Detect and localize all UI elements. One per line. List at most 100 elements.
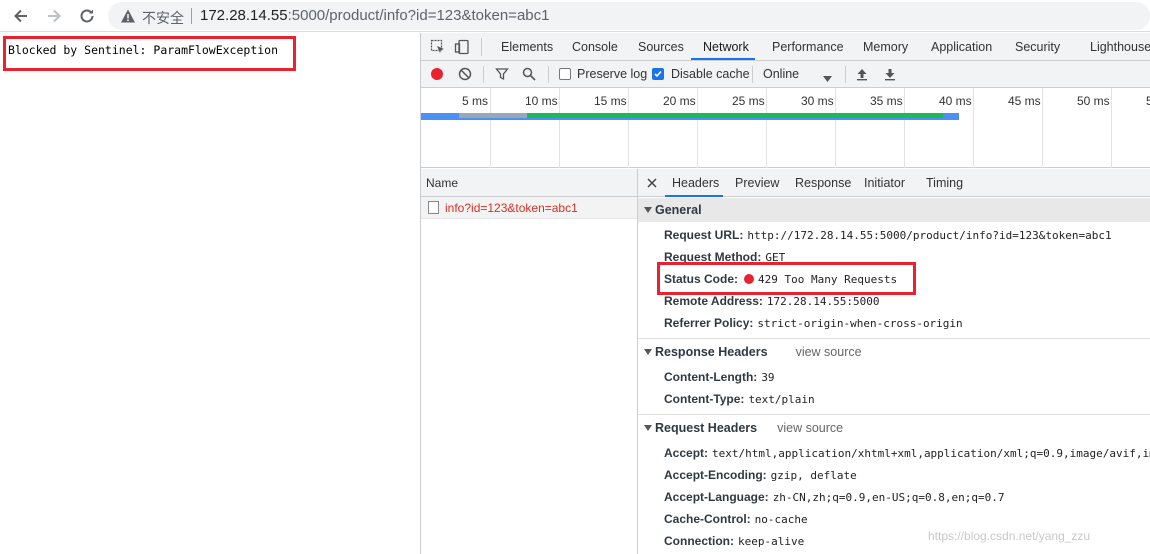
request-header-value: no-cache	[754, 513, 808, 526]
search-icon[interactable]	[522, 67, 536, 84]
address-bar[interactable]: 不安全 172.28.14.55:5000/product/info?id=12…	[108, 2, 1150, 30]
tab-elements[interactable]: Elements	[501, 40, 553, 54]
request-header-key: Connection:	[664, 534, 734, 548]
page-viewport: Blocked by Sentinel: ParamFlowException	[0, 33, 420, 554]
tab-lighthouse[interactable]: Lighthouse	[1090, 40, 1150, 54]
request-url-value: http://172.28.14.55:5000/product/info?id…	[747, 229, 1112, 242]
request-headers-title: Request Headers	[655, 421, 758, 435]
status-highlight-box	[657, 262, 916, 295]
record-icon[interactable]	[430, 67, 444, 84]
tab-initiator[interactable]: Initiator	[864, 176, 905, 190]
remote-address-row: Remote Address: 172.28.14.55:5000	[664, 294, 880, 308]
tab-performance[interactable]: Performance	[772, 40, 844, 54]
tab-timing[interactable]: Timing	[926, 176, 963, 190]
view-source-link[interactable]: view source	[777, 421, 843, 435]
request-header-key: Cache-Control:	[664, 512, 751, 526]
url-path: :5000/product/info?id=123&token=abc1	[287, 7, 550, 24]
general-section-header[interactable]: General	[638, 198, 1150, 222]
network-timeline[interactable]: 5 ms 10 ms 15 ms 20 ms 25 ms 30 ms 35 ms…	[421, 88, 1150, 168]
active-tab-indicator	[691, 58, 755, 60]
column-header-name[interactable]: Name	[421, 169, 637, 197]
devtools-tab-bar: Elements Console Sources Network Perform…	[421, 33, 1150, 61]
timeline-tick-label: 5	[1146, 94, 1150, 108]
disable-cache-label[interactable]: Disable cache	[671, 67, 750, 81]
request-header-value: zh-CN,zh;q=0.9,en-US;q=0.8,en;q=0.7	[772, 491, 1005, 504]
section-divider	[638, 338, 1150, 339]
request-details: Headers Preview Response Initiator Timin…	[638, 169, 1150, 554]
timeline-tick-label: 5 ms	[462, 94, 489, 108]
tab-console[interactable]: Console	[572, 40, 618, 54]
request-list: Name info?id=123&token=abc1	[421, 169, 638, 554]
back-arrow-icon[interactable]	[10, 5, 32, 27]
disable-cache-checkbox[interactable]	[652, 68, 664, 80]
toolbar-separator	[752, 66, 753, 83]
chevron-down-icon[interactable]	[823, 71, 832, 85]
request-header-key: Accept:	[664, 446, 709, 460]
import-har-icon[interactable]	[855, 67, 869, 84]
request-header-row: Accept-Language: zh-CN,zh;q=0.9,en-US;q=0…	[664, 490, 1004, 504]
request-header-value: keep-alive	[738, 535, 805, 548]
preserve-log-label[interactable]: Preserve log	[577, 67, 647, 81]
device-toolbar-icon[interactable]	[454, 39, 470, 58]
tab-memory[interactable]: Memory	[863, 40, 908, 54]
tab-application[interactable]: Application	[931, 40, 992, 54]
devtools-panel: Elements Console Sources Network Perform…	[420, 33, 1150, 554]
response-headers-section-header[interactable]: Response Headers view source	[638, 340, 1150, 364]
timeline-tick-label: 30 ms	[801, 94, 834, 108]
tab-network[interactable]: Network	[703, 40, 749, 54]
timeline-tick-label: 15 ms	[594, 94, 627, 108]
tab-headers[interactable]: Headers	[672, 176, 719, 190]
request-header-key: Accept-Encoding:	[664, 468, 767, 482]
tab-response[interactable]: Response	[795, 176, 851, 190]
forward-arrow-icon[interactable]	[43, 5, 65, 27]
url-text[interactable]: 172.28.14.55:5000/product/info?id=123&to…	[200, 7, 549, 24]
toolbar-separator	[483, 66, 484, 83]
remote-address-key: Remote Address:	[664, 294, 763, 308]
timeline-gridline	[490, 88, 491, 168]
filter-icon[interactable]	[495, 67, 509, 84]
timeline-tick-label: 50 ms	[1077, 94, 1110, 108]
browser-toolbar: 不安全 172.28.14.55:5000/product/info?id=12…	[0, 0, 1150, 32]
general-section-title: General	[655, 203, 702, 217]
export-har-icon[interactable]	[883, 67, 897, 84]
reload-icon[interactable]	[76, 5, 98, 27]
preserve-log-checkbox[interactable]	[559, 68, 571, 80]
security-label[interactable]: 不安全	[142, 8, 184, 28]
request-row[interactable]: info?id=123&token=abc1	[421, 197, 637, 219]
remote-address-value: 172.28.14.55:5000	[766, 295, 880, 308]
request-headers-section-header[interactable]: Request Headers view source	[638, 416, 1150, 440]
document-icon	[428, 201, 439, 214]
timeline-gridline	[559, 88, 560, 168]
response-header-value: 39	[761, 371, 775, 384]
warning-icon[interactable]	[120, 8, 136, 27]
network-toolbar: Preserve log Disable cache Online	[421, 61, 1150, 88]
tab-security[interactable]: Security	[1015, 40, 1060, 54]
timeline-tick-label: 35 ms	[870, 94, 903, 108]
view-source-link[interactable]: view source	[796, 345, 862, 359]
tab-preview[interactable]: Preview	[735, 176, 779, 190]
timeline-bar-download	[527, 113, 943, 118]
expand-triangle-icon[interactable]	[644, 349, 652, 355]
tab-separator	[481, 38, 482, 56]
response-header-row: Content-Type: text/plain	[664, 392, 815, 406]
timeline-tick-label: 45 ms	[1008, 94, 1041, 108]
expand-triangle-icon[interactable]	[644, 207, 652, 213]
timeline-gridline	[697, 88, 698, 168]
url-host: 172.28.14.55	[200, 7, 288, 24]
inspect-element-icon[interactable]	[430, 39, 446, 58]
response-header-row: Content-Length: 39	[664, 370, 775, 384]
timeline-gridline	[1042, 88, 1043, 168]
request-header-value: text/html,application/xhtml+xml,applicat…	[712, 447, 1150, 460]
timeline-bar-waiting	[459, 113, 527, 118]
request-header-row: Connection: keep-alive	[664, 534, 804, 548]
clear-icon[interactable]	[458, 67, 472, 84]
close-icon[interactable]	[647, 177, 657, 191]
response-header-value: text/plain	[748, 393, 815, 406]
timeline-gridline	[766, 88, 767, 168]
highlight-box	[3, 36, 296, 71]
request-name[interactable]: info?id=123&token=abc1	[445, 201, 578, 215]
tab-sources[interactable]: Sources	[638, 40, 684, 54]
expand-triangle-icon[interactable]	[644, 425, 652, 431]
active-detail-tab-indicator	[665, 195, 723, 197]
throttling-select[interactable]: Online	[763, 67, 799, 81]
